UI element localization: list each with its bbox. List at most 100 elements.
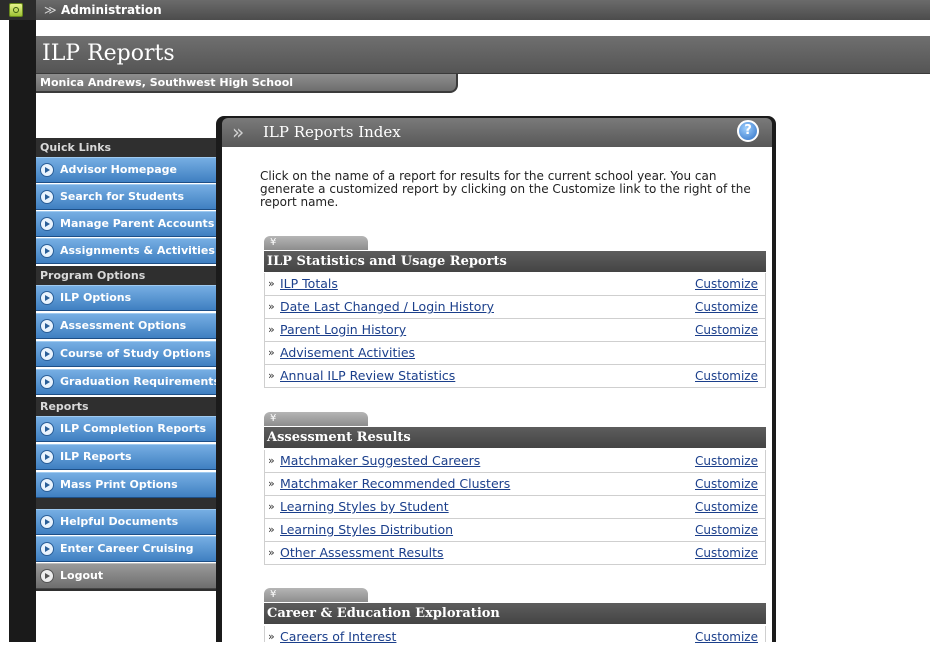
section-heading: Career & Education Exploration: [264, 603, 766, 624]
sidebar-item-assignments-activities[interactable]: Assignments & Activities: [36, 238, 216, 264]
row-bullet: »: [268, 346, 275, 359]
sidebar-item-label: Manage Parent Accounts: [60, 217, 215, 230]
user-name: Monica Andrews, Southwest High School: [40, 76, 294, 89]
report-link[interactable]: Learning Styles by Student: [280, 496, 449, 518]
sidebar-item-label: Assessment Options: [60, 319, 187, 332]
sidebar-item-label: Helpful Documents: [60, 515, 179, 528]
customize-link[interactable]: Customize: [695, 473, 758, 495]
section-heading: ILP Statistics and Usage Reports: [264, 251, 766, 272]
customize-link[interactable]: Customize: [695, 496, 758, 518]
quick-links-heading: Quick Links: [36, 138, 216, 157]
admin-label[interactable]: Administration: [61, 2, 162, 18]
admin-chevron-icon[interactable]: ≫: [44, 2, 57, 18]
arrow-circle-icon: [40, 217, 54, 231]
sidebar-item-label: Assignments & Activities: [60, 244, 215, 257]
sidebar-item-label: Graduation Requirements: [60, 375, 221, 388]
arrow-circle-icon: [40, 478, 54, 492]
intro-text: Click on the name of a report for result…: [260, 169, 751, 209]
report-row: » Learning Styles Distribution Customize: [264, 519, 766, 542]
customize-link[interactable]: Customize: [695, 626, 758, 648]
section-collapse-toggle[interactable]: ¥: [264, 588, 368, 602]
page-header: ILP Reports: [36, 36, 930, 74]
sidebar-item-advisor-homepage[interactable]: Advisor Homepage: [36, 157, 216, 183]
arrow-circle-icon: [40, 163, 54, 177]
logout-button[interactable]: Logout: [36, 563, 216, 589]
arrow-circle-icon: [40, 190, 54, 204]
report-link[interactable]: Date Last Changed / Login History: [280, 296, 494, 318]
logout-icon: [40, 569, 54, 583]
sidebar-item-label: Mass Print Options: [60, 478, 178, 491]
app-logo-icon[interactable]: [9, 3, 23, 17]
row-bullet: »: [268, 323, 275, 336]
sidebar-item-mass-print-options[interactable]: Mass Print Options: [36, 472, 216, 498]
report-row: » Careers of Interest Customize: [264, 626, 766, 644]
customize-link[interactable]: Customize: [695, 450, 758, 472]
sidebar-item-graduation-requirements[interactable]: Graduation Requirements: [36, 369, 220, 395]
sidebar-item-enter-career-cruising[interactable]: Enter Career Cruising: [36, 536, 216, 562]
user-bar: Monica Andrews, Southwest High School: [36, 74, 458, 93]
report-row: » Advisement Activities: [264, 342, 766, 365]
customize-link[interactable]: Customize: [695, 296, 758, 318]
report-row: » Matchmaker Recommended Clusters Custom…: [264, 473, 766, 496]
admin-strip[interactable]: [36, 0, 930, 20]
row-bullet: »: [268, 300, 275, 313]
section-collapse-toggle[interactable]: ¥: [264, 236, 368, 250]
row-bullet: »: [268, 277, 275, 290]
arrow-circle-icon: [40, 515, 54, 529]
customize-link[interactable]: Customize: [695, 365, 758, 387]
reports-heading: Reports: [36, 397, 216, 416]
report-link[interactable]: Advisement Activities: [280, 342, 415, 364]
row-bullet: »: [268, 630, 275, 643]
customize-link[interactable]: Customize: [695, 542, 758, 564]
customize-link[interactable]: Customize: [695, 519, 758, 541]
sidebar-item-ilp-options[interactable]: ILP Options: [36, 285, 216, 311]
sidebar-item-ilp-reports[interactable]: ILP Reports: [36, 444, 216, 470]
sidebar-item-helpful-documents[interactable]: Helpful Documents: [36, 509, 216, 535]
double-chevron-icon: »: [232, 120, 245, 144]
arrow-circle-icon: [40, 450, 54, 464]
page-title: ILP Reports: [42, 41, 175, 66]
sidebar-item-manage-parent-accounts[interactable]: Manage Parent Accounts: [36, 211, 216, 237]
sidebar-item-course-of-study-options[interactable]: Course of Study Options: [36, 341, 216, 367]
program-options-heading: Program Options: [36, 266, 216, 285]
report-row: » Date Last Changed / Login History Cust…: [264, 296, 766, 319]
sidebar: Quick Links Advisor Homepage Search for …: [36, 138, 220, 642]
section-collapse-toggle[interactable]: ¥: [264, 412, 368, 426]
sidebar-divider: [36, 498, 216, 509]
panel-title: ILP Reports Index: [263, 123, 401, 141]
report-link[interactable]: Annual ILP Review Statistics: [280, 365, 455, 387]
row-bullet: »: [268, 523, 275, 536]
report-link[interactable]: Learning Styles Distribution: [280, 519, 453, 541]
customize-link[interactable]: Customize: [695, 319, 758, 341]
sidebar-bottom-rule: [36, 589, 216, 591]
sidebar-item-label: Advisor Homepage: [60, 163, 178, 176]
left-dark-column: [9, 20, 36, 642]
arrow-circle-icon: [40, 319, 54, 333]
arrow-circle-icon: [40, 375, 54, 389]
report-row: » Parent Login History Customize: [264, 319, 766, 342]
admin-top-bar: ≫ Administration: [0, 0, 930, 20]
sidebar-item-ilp-completion-reports[interactable]: ILP Completion Reports: [36, 416, 216, 442]
arrow-circle-icon: [40, 422, 54, 436]
sidebar-item-label: ILP Options: [60, 291, 132, 304]
logout-label: Logout: [60, 569, 104, 582]
help-icon[interactable]: ?: [737, 120, 759, 142]
sidebar-item-label: Search for Students: [60, 190, 184, 203]
report-link[interactable]: ILP Totals: [280, 273, 338, 295]
report-link[interactable]: Matchmaker Suggested Careers: [280, 450, 480, 472]
customize-link[interactable]: Customize: [695, 273, 758, 295]
report-row: » Annual ILP Review Statistics Customize: [264, 365, 766, 388]
report-row: » Learning Styles by Student Customize: [264, 496, 766, 519]
report-link[interactable]: Matchmaker Recommended Clusters: [280, 473, 510, 495]
arrow-circle-icon: [40, 291, 54, 305]
report-row: » Matchmaker Suggested Careers Customize: [264, 450, 766, 473]
report-link[interactable]: Other Assessment Results: [280, 542, 444, 564]
sidebar-item-search-students[interactable]: Search for Students: [36, 184, 216, 210]
report-link[interactable]: Parent Login History: [280, 319, 406, 341]
sidebar-item-assessment-options[interactable]: Assessment Options: [36, 313, 216, 339]
panel-title-bar: » ILP Reports Index: [222, 118, 772, 147]
row-bullet: »: [268, 454, 275, 467]
sidebar-item-label: Course of Study Options: [60, 347, 211, 360]
sidebar-item-label: ILP Completion Reports: [60, 422, 207, 435]
report-link[interactable]: Careers of Interest: [280, 626, 396, 648]
